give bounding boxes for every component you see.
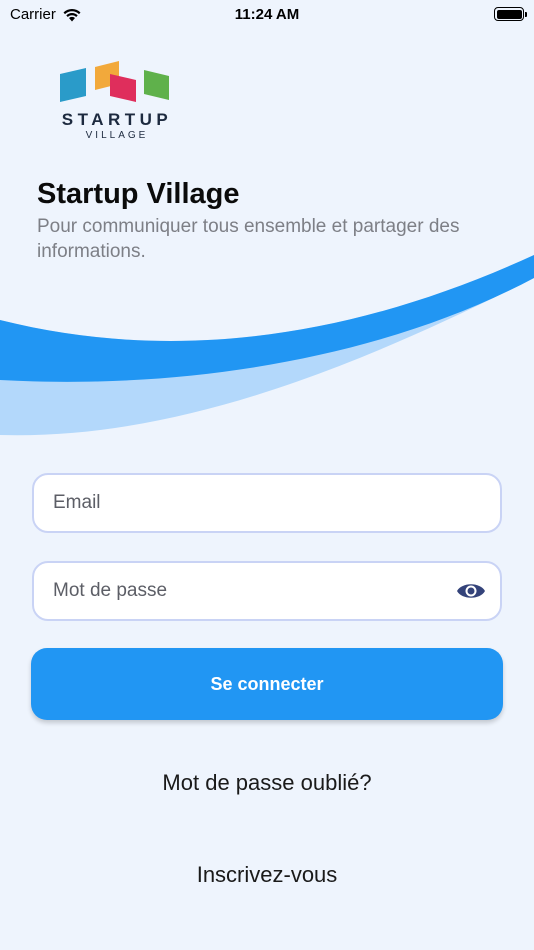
forgot-password-link[interactable]: Mot de passe oublié?: [0, 770, 534, 796]
decorative-wave: [0, 255, 534, 436]
email-input[interactable]: [53, 492, 433, 514]
status-time: 11:24 AM: [234, 6, 300, 23]
eye-icon[interactable]: [456, 579, 486, 603]
logo-subtext: VILLAGE: [85, 130, 149, 141]
register-link[interactable]: Inscrivez-vous: [0, 862, 534, 888]
login-button[interactable]: Se connecter: [31, 648, 503, 720]
password-field[interactable]: [32, 561, 502, 621]
battery-icon: [494, 7, 527, 21]
page-title: Startup Village: [37, 178, 240, 210]
password-input[interactable]: [53, 580, 433, 602]
email-field[interactable]: [32, 473, 502, 533]
status-bar: Carrier 11:24 AM: [0, 0, 534, 30]
app-logo: STARTUP VILLAGE: [52, 60, 182, 144]
logo-mark-icon: [60, 61, 169, 102]
logo-wordmark: STARTUP: [61, 110, 173, 129]
